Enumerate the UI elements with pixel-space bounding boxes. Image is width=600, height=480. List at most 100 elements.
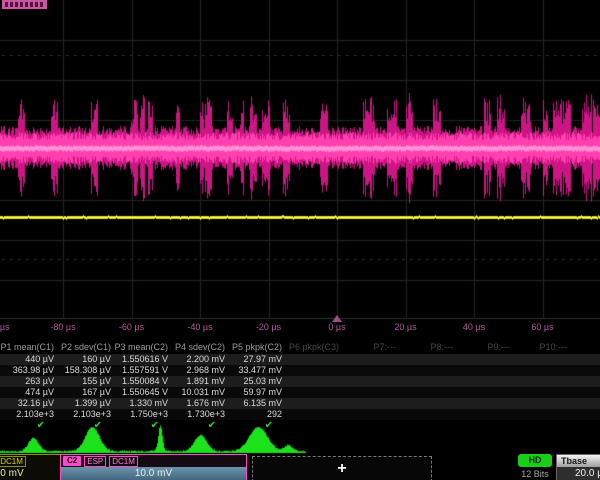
status-check-icon (513, 420, 570, 431)
table-cell: 440 µV (0, 354, 57, 365)
table-header: P1 mean(C1) (0, 341, 57, 354)
hd-bits-label: 12 Bits (512, 469, 558, 479)
channel-c1-descriptor[interactable]: C1 DC1M 10.0 mV (0, 454, 65, 480)
table-cell: 1.330 mV (114, 398, 171, 409)
cropped-trace-label (2, 0, 47, 9)
table-cell (513, 365, 570, 376)
table-cell (399, 365, 456, 376)
table-cell: 33.477 mV (228, 365, 285, 376)
table-cell (399, 398, 456, 409)
table-cell: 32.16 µV (0, 398, 57, 409)
table-cell: 363.98 µV (0, 365, 57, 376)
axis-tick-label: 20 µs (394, 322, 416, 332)
table-cell: 1.399 µV (57, 398, 114, 409)
table-cell: 1.550616 V (114, 354, 171, 365)
table-cell (513, 398, 570, 409)
table-cell: 1.676 mV (171, 398, 228, 409)
table-cell (342, 365, 399, 376)
table-header: P8:--- (399, 341, 456, 354)
table-row: 363.98 µV158.308 µV1.557591 V2.968 mV33.… (0, 365, 600, 376)
oscilloscope-screen: -100 µs-80 µs-60 µs-40 µs-20 µs0 µs20 µs… (0, 0, 600, 480)
table-cell (399, 376, 456, 387)
table-cell (342, 376, 399, 387)
histogram-trace (0, 422, 320, 456)
status-check-icon (456, 420, 513, 431)
table-cell (342, 387, 399, 398)
c2-badge: C2 (63, 456, 81, 466)
channel-c2-descriptor[interactable]: C2 ESP DC1M 10.0 mV (60, 454, 247, 480)
c2-coupling-badge: DC1M (109, 456, 138, 467)
table-header: P9:--- (456, 341, 513, 354)
table-cell: 1.891 mV (171, 376, 228, 387)
table-cell (285, 398, 342, 409)
add-trace-button[interactable]: + (252, 456, 432, 480)
table-cell: 1.730e+3 (171, 409, 228, 420)
table-cell: 1.750e+3 (114, 409, 171, 420)
waveform-traces (0, 0, 600, 320)
table-cell (456, 354, 513, 365)
table-row: 263 µV155 µV1.550084 V1.891 mV25.03 mV (0, 376, 600, 387)
table-cell (513, 376, 570, 387)
table-cell: 1.550645 V (114, 387, 171, 398)
table-cell (399, 409, 456, 420)
table-cell: 155 µV (57, 376, 114, 387)
table-cell (456, 387, 513, 398)
axis-tick-label: -40 µs (187, 322, 212, 332)
table-row: 474 µV167 µV1.550645 V10.031 mV59.97 mV (0, 387, 600, 398)
c2-scale-value: 10.0 mV (61, 467, 246, 480)
timebase-title: Tbase (557, 455, 600, 467)
table-cell: 1.550084 V (114, 376, 171, 387)
table-cell (285, 365, 342, 376)
table-row: 2.103e+32.103e+31.750e+31.730e+3292 (0, 409, 600, 420)
table-row: 32.16 µV1.399 µV1.330 mV1.676 mV6.135 mV (0, 398, 600, 409)
table-cell: 263 µV (0, 376, 57, 387)
table-header: P4 sdev(C2) (171, 341, 228, 354)
table-cell: 2.968 mV (171, 365, 228, 376)
table-cell: 25.03 mV (228, 376, 285, 387)
table-cell (456, 365, 513, 376)
table-cell (285, 354, 342, 365)
table-cell: 6.135 mV (228, 398, 285, 409)
measure-table[interactable]: P1 mean(C1)P2 sdev(C1)P3 mean(C2)P4 sdev… (0, 341, 600, 431)
table-cell (285, 387, 342, 398)
table-header: P7:--- (342, 341, 399, 354)
table-row: 440 µV160 µV1.550616 V2.200 mV27.97 mV (0, 354, 600, 365)
axis-tick-label: 40 µs (463, 322, 485, 332)
table-cell: 2.200 mV (171, 354, 228, 365)
table-cell (285, 376, 342, 387)
table-cell (513, 387, 570, 398)
axis-tick-label: -100 µs (0, 322, 10, 332)
table-cell (399, 387, 456, 398)
status-check-icon (399, 420, 456, 431)
table-header: P10:--- (513, 341, 570, 354)
table-header: P6 pkpk(C3) (285, 341, 342, 354)
table-cell (285, 409, 342, 420)
table-cell: 27.97 mV (228, 354, 285, 365)
timebase-descriptor[interactable]: Tbase 20.0 µs (556, 454, 600, 480)
table-cell (456, 409, 513, 420)
table-cell: 1.557591 V (114, 365, 171, 376)
axis-tick-label: -20 µs (256, 322, 281, 332)
table-cell: 160 µV (57, 354, 114, 365)
axis-tick-label: -80 µs (50, 322, 75, 332)
table-cell: 2.103e+3 (0, 409, 57, 420)
table-cell (342, 409, 399, 420)
timebase-axis: -100 µs-80 µs-60 µs-40 µs-20 µs0 µs20 µs… (0, 322, 600, 336)
table-cell (456, 376, 513, 387)
table-cell (456, 398, 513, 409)
axis-tick-label: -60 µs (119, 322, 144, 332)
table-cell: 158.308 µV (57, 365, 114, 376)
table-cell (513, 409, 570, 420)
table-cell: 59.97 mV (228, 387, 285, 398)
c2-esp-badge: ESP (84, 456, 106, 467)
table-header: P3 mean(C2) (114, 341, 171, 354)
table-header: P2 sdev(C1) (57, 341, 114, 354)
table-cell (342, 354, 399, 365)
table-cell: 10.031 mV (171, 387, 228, 398)
trigger-position-marker[interactable] (332, 315, 342, 322)
hd-mode-badge[interactable]: HD (518, 454, 552, 467)
table-header: P5 pkpk(C2) (228, 341, 285, 354)
c1-scale-value: 10.0 mV (0, 467, 64, 480)
axis-tick-label: 60 µs (531, 322, 553, 332)
table-cell (342, 398, 399, 409)
